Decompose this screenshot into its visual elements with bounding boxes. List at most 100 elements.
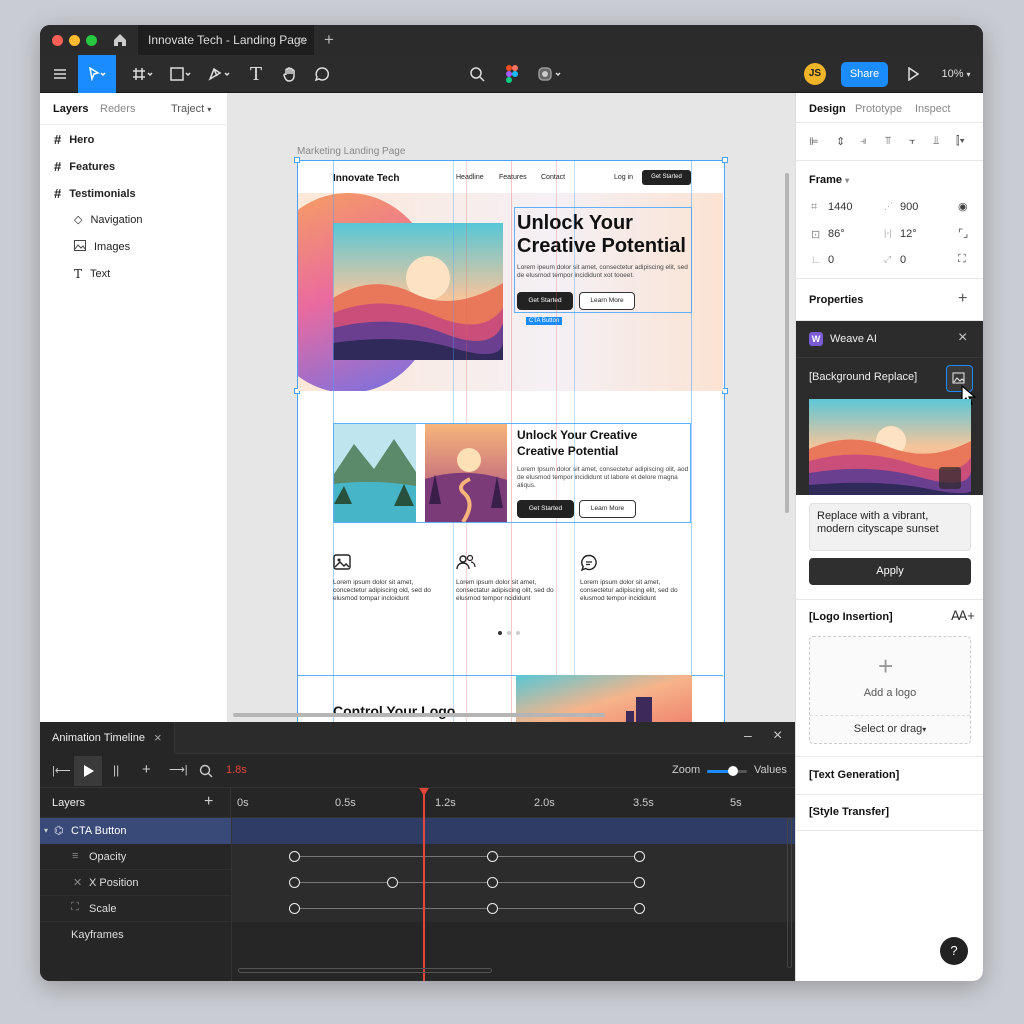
- hero-get-started-button[interactable]: Get Started: [517, 292, 573, 310]
- feature-get-started-button[interactable]: Get Started: [517, 500, 574, 518]
- background-prompt-input[interactable]: Replace with a vibrant, modern cityscape…: [809, 503, 971, 551]
- add-layer-icon[interactable]: +: [204, 793, 213, 811]
- hero-landscape-image[interactable]: [333, 223, 503, 360]
- track-scale[interactable]: ⛶ Scale: [40, 896, 795, 922]
- track-x-position[interactable]: ✕ X Position: [40, 870, 795, 896]
- keyframe[interactable]: [634, 851, 645, 862]
- site-nav-cta-button[interactable]: Get Started: [642, 170, 691, 185]
- keyframe[interactable]: [487, 851, 498, 862]
- frame-section-title[interactable]: Frame ▾: [809, 174, 849, 186]
- add-keyframe-icon[interactable]: +: [142, 761, 151, 778]
- track-keyframes[interactable]: Kayframes: [40, 922, 795, 948]
- resize-to-fit-icon[interactable]: ⛶: [958, 253, 966, 266]
- align-right-icon[interactable]: ⫣: [860, 135, 867, 148]
- close-icon[interactable]: ×: [154, 730, 162, 745]
- vertical-scrollbar[interactable]: [785, 173, 789, 513]
- align-middle-v-icon[interactable]: ⫟: [909, 135, 916, 148]
- carousel-dot[interactable]: [507, 631, 511, 635]
- document-tab[interactable]: Innovate Tech - Landing Page ×: [138, 25, 314, 55]
- frame-radius-field[interactable]: 12°: [900, 228, 917, 240]
- timeline-horizontal-scrollbar[interactable]: [238, 968, 492, 973]
- share-button[interactable]: Share: [841, 62, 888, 87]
- comment-tool-icon[interactable]: [310, 55, 334, 93]
- keyframe[interactable]: [634, 903, 645, 914]
- feature-lake-image[interactable]: [334, 424, 416, 522]
- close-icon[interactable]: ×: [958, 329, 967, 347]
- horizontal-scrollbar[interactable]: [233, 713, 605, 717]
- tab-traject[interactable]: Traject ▾: [171, 103, 211, 115]
- text-tool-icon[interactable]: T: [245, 55, 267, 93]
- timeline-vertical-scrollbar[interactable]: [787, 818, 792, 968]
- apply-button[interactable]: Apply: [809, 558, 971, 585]
- shape-tool-icon[interactable]: [166, 55, 196, 93]
- design-canvas[interactable]: Marketing Landing Page Innovate Tech Hea…: [228, 93, 795, 722]
- playhead[interactable]: [419, 788, 429, 981]
- maximize-window-button[interactable]: [86, 35, 97, 46]
- feature-row-selection[interactable]: Unlock Your Creative Creative Potential …: [333, 423, 691, 523]
- keyframe[interactable]: [289, 851, 300, 862]
- carousel-dot[interactable]: [498, 631, 502, 635]
- independent-corners-icon[interactable]: ⌜⌟: [958, 227, 968, 240]
- new-tab-icon[interactable]: +: [324, 30, 334, 50]
- tab-prototype[interactable]: Prototype: [855, 103, 902, 115]
- keyframe[interactable]: [289, 903, 300, 914]
- carousel-dot[interactable]: [516, 631, 520, 635]
- keyframe[interactable]: [487, 903, 498, 914]
- align-center-h-icon[interactable]: ⇕: [836, 135, 845, 148]
- frame-rotation-field[interactable]: 86°: [828, 228, 845, 240]
- track-lane[interactable]: [231, 844, 795, 870]
- zoom-slider[interactable]: [707, 766, 747, 776]
- search-icon[interactable]: [199, 764, 213, 778]
- keyframe[interactable]: [289, 877, 300, 888]
- add-property-icon[interactable]: +: [958, 290, 967, 308]
- frame-x-field[interactable]: 0: [828, 254, 834, 266]
- present-play-icon[interactable]: [902, 55, 924, 93]
- frame-y-field[interactable]: 0: [900, 254, 906, 266]
- pen-tool-icon[interactable]: [204, 55, 236, 93]
- site-login-link[interactable]: Log in: [614, 174, 633, 181]
- help-button[interactable]: ?: [940, 937, 968, 965]
- tab-inspect[interactable]: Inspect: [915, 103, 950, 115]
- tab-reders[interactable]: Reders: [100, 103, 135, 115]
- layer-features[interactable]: # Features: [54, 159, 115, 174]
- track-lane[interactable]: [231, 896, 795, 922]
- hero-learn-more-button[interactable]: Learn More: [579, 292, 635, 310]
- style-transfer-label[interactable]: [Style Transfer]: [809, 806, 889, 818]
- align-left-icon[interactable]: ⊫: [809, 135, 819, 148]
- carousel-dots[interactable]: [498, 631, 520, 635]
- feature-sunset-image[interactable]: [425, 424, 507, 522]
- site-nav-headline[interactable]: Headline: [456, 174, 484, 181]
- go-to-end-icon[interactable]: ⟶|: [169, 763, 188, 776]
- frame-height-field[interactable]: 900: [900, 201, 918, 213]
- resize-handle[interactable]: [722, 157, 728, 163]
- zoom-slider-handle[interactable]: [728, 766, 738, 776]
- tab-layers[interactable]: Layers: [53, 103, 88, 115]
- align-bottom-icon[interactable]: ⫫: [933, 135, 939, 148]
- text-generation-label[interactable]: [Text Generation]: [809, 769, 899, 781]
- layer-testimonials[interactable]: # Testimonials: [54, 186, 136, 201]
- pause-icon[interactable]: ||: [113, 763, 119, 777]
- minimize-panel-icon[interactable]: –: [744, 727, 752, 743]
- select-or-drag-dropdown[interactable]: Select or drag▾: [810, 723, 970, 735]
- menu-icon[interactable]: [44, 55, 76, 93]
- play-button[interactable]: [74, 756, 102, 786]
- logo-drop-zone[interactable]: + Add a logo Select or drag▾: [809, 636, 971, 744]
- site-nav-contact[interactable]: Contact: [541, 174, 565, 181]
- tab-design[interactable]: Design: [809, 103, 846, 115]
- keyframe[interactable]: [387, 877, 398, 888]
- layer-text[interactable]: T Text: [74, 267, 110, 281]
- feature-learn-more-button[interactable]: Learn More: [579, 500, 636, 518]
- hand-tool-icon[interactable]: [278, 55, 302, 93]
- track-opacity[interactable]: ≡ Opacity: [40, 844, 795, 870]
- minimize-window-button[interactable]: [69, 35, 80, 46]
- expand-arrow-icon[interactable]: ▾: [44, 826, 48, 835]
- layer-images[interactable]: Images: [74, 240, 130, 254]
- hero-text-selection[interactable]: Unlock Your Creative Potential Lorem ipe…: [514, 207, 692, 313]
- go-to-start-icon[interactable]: |⟵: [52, 764, 71, 777]
- keyframe[interactable]: [634, 877, 645, 888]
- track-lane[interactable]: [231, 870, 795, 896]
- landing-page-frame[interactable]: Innovate Tech Headline Features Contact …: [294, 157, 728, 722]
- frame-tool-icon[interactable]: [128, 55, 158, 93]
- keyframe[interactable]: [487, 877, 498, 888]
- timeline-tab[interactable]: Animation Timeline ×: [40, 722, 175, 754]
